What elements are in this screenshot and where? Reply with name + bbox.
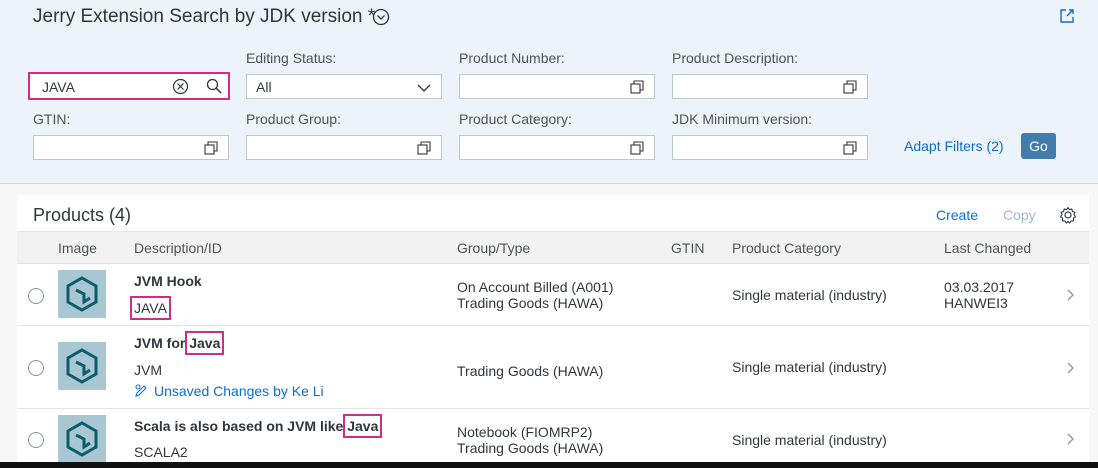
product-category-label: Product Category: [459, 111, 572, 127]
create-button[interactable]: Create [936, 207, 978, 223]
group-type-secondary: Trading Goods (HAWA) [457, 363, 604, 379]
jdk-min-field[interactable] [672, 135, 868, 160]
product-name: JVM Hook [134, 273, 202, 289]
product-name-text: Scala is also based on JVM like [134, 418, 344, 434]
row-select-radio[interactable] [28, 432, 44, 448]
column-header-gtin[interactable]: GTIN [671, 240, 704, 256]
filter-bar: Jerry Extension Search by JDK version * … [0, 0, 1098, 184]
search-field[interactable]: JAVA [28, 72, 230, 100]
product-image [58, 270, 106, 318]
group-type-primary: Notebook (FIOMRP2) [457, 424, 593, 440]
product-category-value: Single material (industry) [732, 432, 887, 448]
table-row[interactable]: JVM for Java JVM Unsaved Changes by Ke L… [17, 326, 1089, 409]
copy-button[interactable]: Copy [1003, 207, 1036, 223]
product-group-label: Product Group: [246, 111, 341, 127]
product-placeholder-icon [66, 348, 98, 384]
chevron-right-icon[interactable] [1067, 362, 1075, 374]
value-help-icon[interactable] [630, 80, 644, 94]
column-header-image[interactable]: Image [58, 240, 97, 256]
editing-status-value: All [256, 79, 272, 95]
column-header-category[interactable]: Product Category [732, 240, 841, 256]
last-changed-date: 03.03.2017 [944, 279, 1015, 295]
table-row[interactable]: JVM Hook JAVA On Account Billed (A001) T… [17, 264, 1089, 326]
product-id: JAVA [130, 296, 171, 320]
row-select-radio[interactable] [28, 360, 44, 376]
editing-status-label: Editing Status: [246, 50, 337, 66]
value-help-icon[interactable] [204, 141, 218, 155]
page-title: Jerry Extension Search by JDK version * [33, 6, 376, 27]
group-type-primary: On Account Billed (A001) [457, 279, 614, 295]
editing-status-select[interactable]: All [246, 74, 442, 99]
product-description-field[interactable] [672, 74, 868, 99]
chevron-down-icon [417, 84, 431, 92]
gtin-field[interactable] [33, 135, 229, 160]
product-image [58, 415, 106, 463]
product-image [58, 342, 106, 390]
product-placeholder-icon [66, 421, 98, 457]
column-header-group[interactable]: Group/Type [457, 240, 530, 256]
window-bottom-edge [0, 462, 1098, 468]
product-id: JVM [134, 362, 162, 378]
table-title: Products (4) [33, 205, 132, 225]
search-input[interactable]: JAVA [42, 79, 75, 95]
value-help-icon[interactable] [630, 141, 644, 155]
group-type-secondary: Trading Goods (HAWA) [457, 295, 604, 311]
row-select-radio[interactable] [28, 288, 44, 304]
table-header: Image Description/ID Group/Type GTIN Pro… [17, 231, 1089, 264]
column-header-description[interactable]: Description/ID [134, 240, 222, 256]
clear-circle-icon[interactable] [172, 78, 189, 95]
value-help-icon[interactable] [417, 141, 431, 155]
go-button[interactable]: Go [1021, 133, 1056, 159]
last-changed-by: HANWEI3 [944, 295, 1008, 311]
product-group-field[interactable] [246, 135, 442, 160]
share-icon[interactable] [1058, 7, 1076, 25]
search-icon[interactable] [206, 78, 222, 94]
jdk-min-label: JDK Minimum version: [672, 111, 813, 127]
product-id: SCALA2 [134, 444, 188, 460]
table-row[interactable]: Scala is also based on JVM like Java SCA… [17, 409, 1089, 468]
product-number-label: Product Number: [459, 50, 565, 66]
value-help-icon[interactable] [843, 80, 857, 94]
product-number-field[interactable] [459, 74, 655, 99]
chevron-right-icon[interactable] [1067, 289, 1075, 301]
product-category-value: Single material (industry) [732, 359, 887, 375]
product-category-field[interactable] [459, 135, 655, 160]
product-placeholder-icon [66, 276, 98, 312]
adapt-filters-link[interactable]: Adapt Filters (2) [904, 138, 1004, 154]
product-description-label: Product Description: [672, 50, 799, 66]
gtin-label: GTIN: [33, 111, 71, 127]
unsaved-changes-text: Unsaved Changes by Ke Li [154, 383, 324, 399]
product-name: JVM for Java [134, 331, 225, 355]
edit-pencil-icon [135, 384, 147, 397]
product-name: Scala is also based on JVM like Java [134, 414, 383, 438]
chevron-right-icon[interactable] [1067, 433, 1075, 445]
unsaved-changes-link[interactable]: Unsaved Changes by Ke Li [134, 383, 324, 399]
product-name-text: JVM for [134, 335, 186, 351]
group-type-secondary: Trading Goods (HAWA) [457, 440, 604, 456]
product-category-value: Single material (industry) [732, 287, 887, 303]
value-help-icon[interactable] [843, 141, 857, 155]
chevron-down-circle-icon[interactable] [372, 8, 390, 26]
gear-icon[interactable] [1059, 206, 1077, 224]
products-table: Products (4) Create Copy Image Descripti… [17, 195, 1089, 468]
column-header-last-changed[interactable]: Last Changed [944, 240, 1031, 256]
search-match-highlight: Java [185, 331, 225, 355]
search-match-highlight: Java [343, 414, 383, 438]
